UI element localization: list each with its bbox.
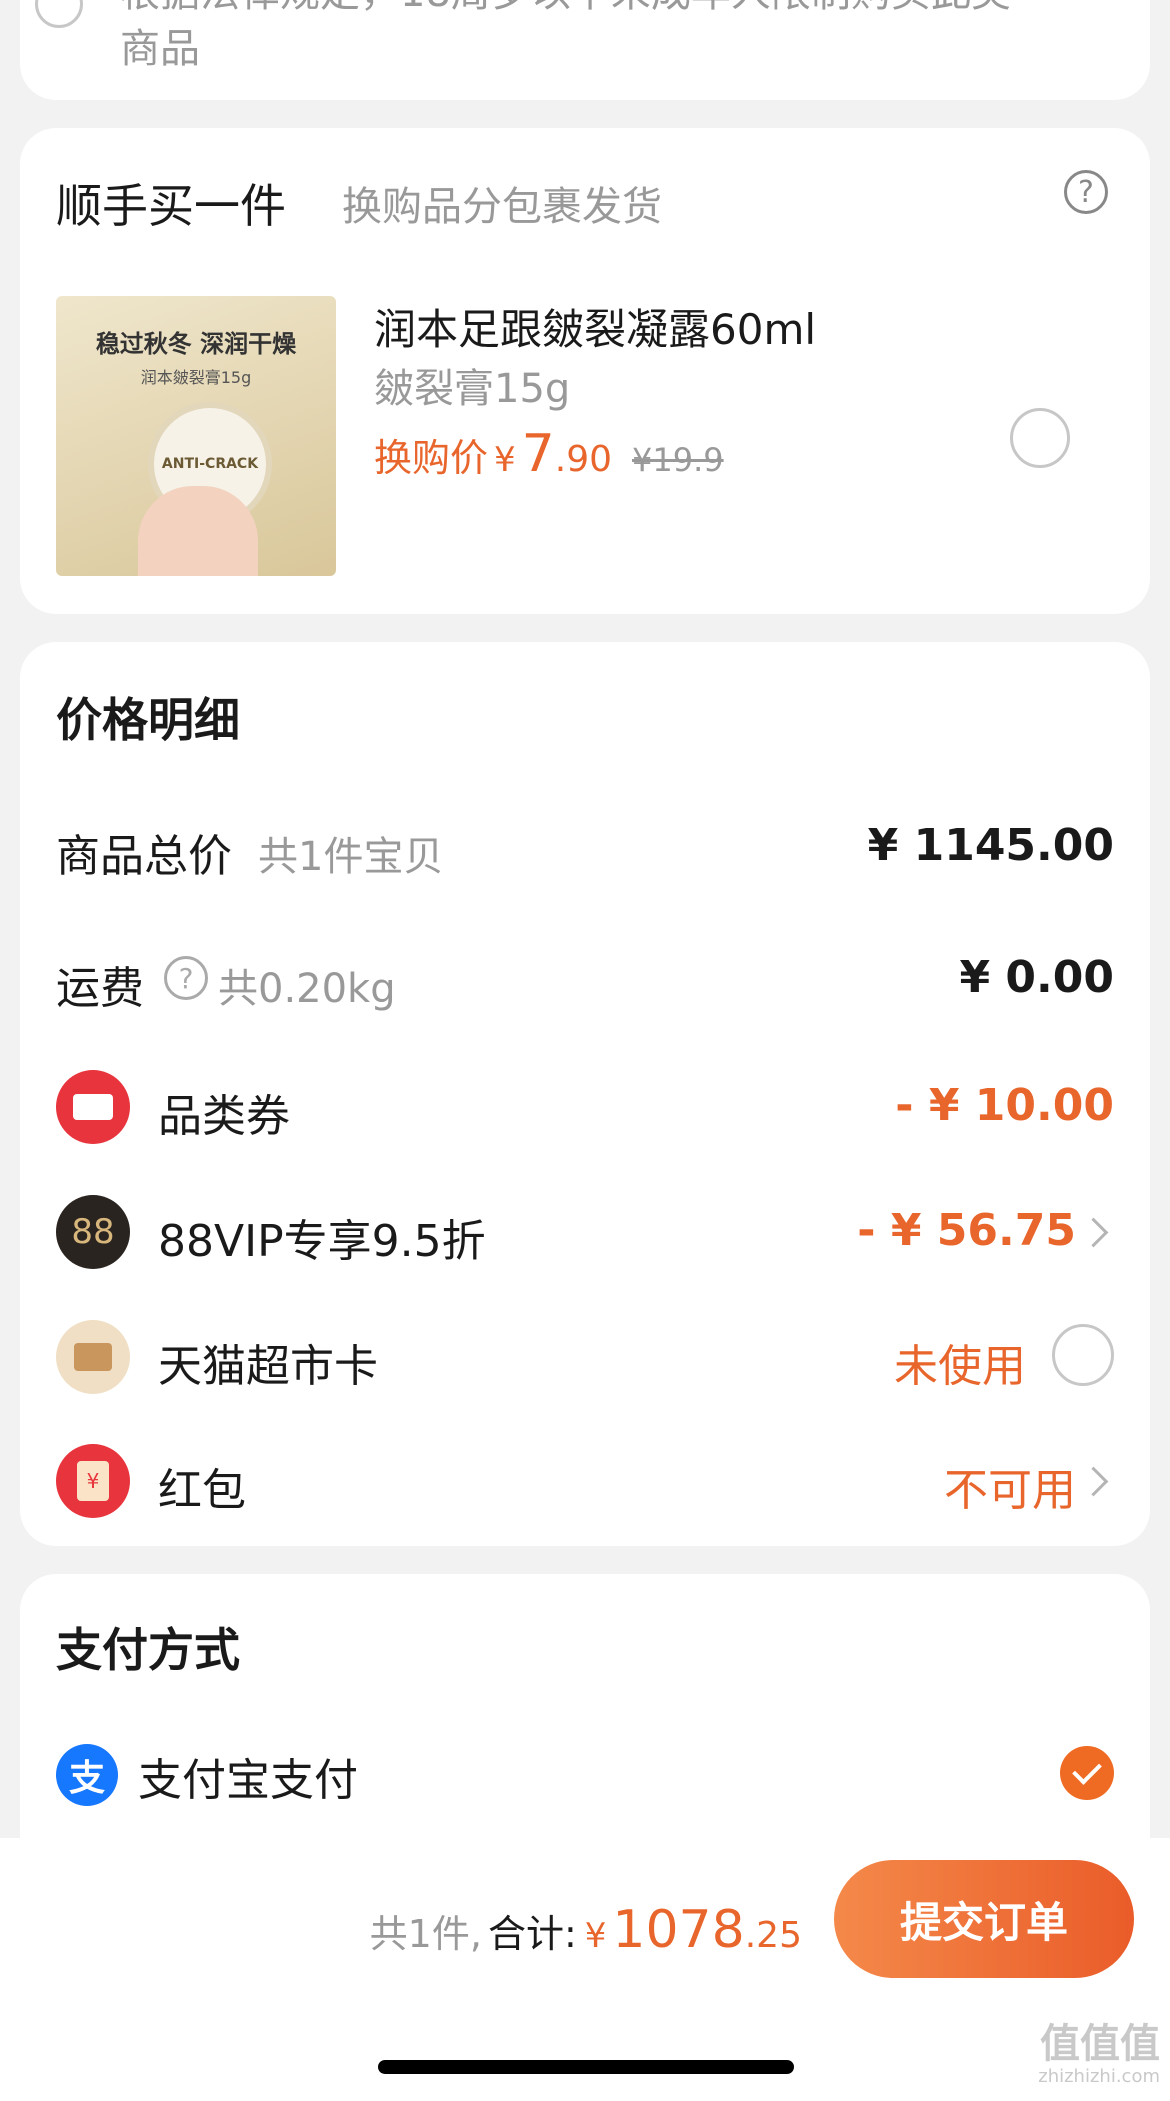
- shipping-value: ¥ 0.00: [959, 952, 1115, 1003]
- vip88-icon-text: 88: [71, 1212, 115, 1252]
- watermark-logo: 值值值: [1040, 2021, 1160, 2067]
- addon-price-currency: ¥: [494, 440, 516, 480]
- addon-product-image[interactable]: 稳过秋冬 深润干燥 润本皴裂膏15g ANTI-CRACK: [56, 296, 336, 576]
- addon-original-price: ¥19.9: [632, 441, 724, 479]
- watermark-url: zhizhizhi.com: [1038, 2066, 1160, 2087]
- red-packet-label: 红包: [158, 1465, 246, 1516]
- red-packet-icon: ¥: [56, 1444, 130, 1518]
- red-packet-value[interactable]: 不可用: [944, 1454, 1076, 1518]
- goods-total-value: ¥ 1145.00: [867, 820, 1114, 871]
- total-int: 1078: [612, 1900, 745, 1960]
- price-detail-title: 价格明细: [56, 693, 240, 747]
- bottom-bar: 共1件, 合计: ¥ 1078 .25 提交订单 值值值 zhizhizhi.c…: [0, 1838, 1170, 2101]
- coupon-value[interactable]: - ¥ 10.00: [895, 1080, 1114, 1131]
- addon-select-radio[interactable]: [1010, 408, 1070, 468]
- coupon-icon: [56, 1070, 130, 1144]
- tmall-card-radio[interactable]: [1052, 1324, 1114, 1386]
- age-notice-card: 根据法律规定，18周岁以下未成年人限制购买此类 商品: [20, 0, 1150, 100]
- vip-chevron-icon[interactable]: [1078, 1217, 1109, 1248]
- payment-title: 支付方式: [56, 1623, 240, 1677]
- age-notice-line1: 根据法律规定，18周岁以下未成年人限制购买此类: [120, 0, 1011, 18]
- vip88-icon: 88: [56, 1195, 130, 1269]
- watermark: 值值值 zhizhizhi.com: [1038, 2022, 1160, 2087]
- order-summary: 共1件, 合计: ¥ 1078 .25: [370, 1900, 802, 1970]
- addon-product-spec: 皴裂膏15g: [374, 366, 571, 412]
- shipping-note: 共0.20kg: [218, 966, 396, 1012]
- coupon-label: 品类券: [158, 1091, 290, 1142]
- red-packet-chevron-icon[interactable]: [1078, 1466, 1109, 1497]
- addon-product-name[interactable]: 润本足跟皴裂凝露60ml: [374, 296, 816, 357]
- tmall-card-value: 未使用: [894, 1341, 1026, 1392]
- total-label: 合计:: [487, 1912, 577, 1956]
- goods-total-label: 商品总价: [56, 831, 232, 882]
- addon-price-row: 换购价 ¥ 7 .90 ¥19.9: [374, 424, 724, 484]
- total-currency: ¥: [584, 1916, 607, 1956]
- vip-label: 88VIP专享9.5折: [158, 1216, 486, 1267]
- addon-price-int: 7: [521, 424, 555, 484]
- age-notice-checkbox[interactable]: [35, 0, 83, 28]
- addon-card: 顺手买一件 换购品分包裹发货 ? 稳过秋冬 深润干燥 润本皴裂膏15g ANTI…: [20, 128, 1150, 614]
- addon-subtitle: 换购品分包裹发货: [342, 184, 662, 230]
- shipping-label: 运费: [56, 963, 144, 1014]
- addon-title: 顺手买一件: [56, 179, 286, 233]
- submit-order-label: 提交订单: [899, 1897, 1068, 1947]
- age-notice-line2: 商品: [120, 26, 200, 72]
- product-hand: [138, 486, 258, 576]
- tmall-card-label: 天猫超市卡: [158, 1341, 378, 1392]
- addon-price-dec: .90: [554, 439, 613, 480]
- product-image-headline: 稳过秋冬 深润干燥: [95, 330, 297, 358]
- goods-total-note: 共1件宝贝: [258, 834, 444, 880]
- alipay-icon-text: 支: [68, 1758, 105, 1799]
- home-indicator: [378, 2060, 794, 2074]
- item-count: 共1件,: [369, 1912, 482, 1956]
- addon-price-label: 换购价: [374, 436, 489, 480]
- alipay-icon: 支: [56, 1744, 118, 1806]
- price-detail-card: 价格明细 商品总价 共1件宝贝 ¥ 1145.00 运费 ? 共0.20kg ¥…: [20, 642, 1150, 1546]
- payment-card: 支付方式 支 支付宝支付: [20, 1574, 1150, 1874]
- submit-order-button[interactable]: 提交订单: [834, 1860, 1134, 1978]
- total-dec: .25: [744, 1915, 802, 1956]
- tmall-card-icon: [56, 1320, 130, 1394]
- vip-value[interactable]: - ¥ 56.75: [857, 1205, 1076, 1256]
- alipay-selected-check-icon[interactable]: [1060, 1746, 1114, 1800]
- product-image-subline: 润本皴裂膏15g: [140, 368, 252, 387]
- product-jar-label: ANTI-CRACK: [161, 456, 259, 472]
- help-icon[interactable]: ?: [1064, 170, 1108, 214]
- shipping-help-icon[interactable]: ?: [164, 956, 208, 1000]
- alipay-label[interactable]: 支付宝支付: [138, 1744, 358, 1808]
